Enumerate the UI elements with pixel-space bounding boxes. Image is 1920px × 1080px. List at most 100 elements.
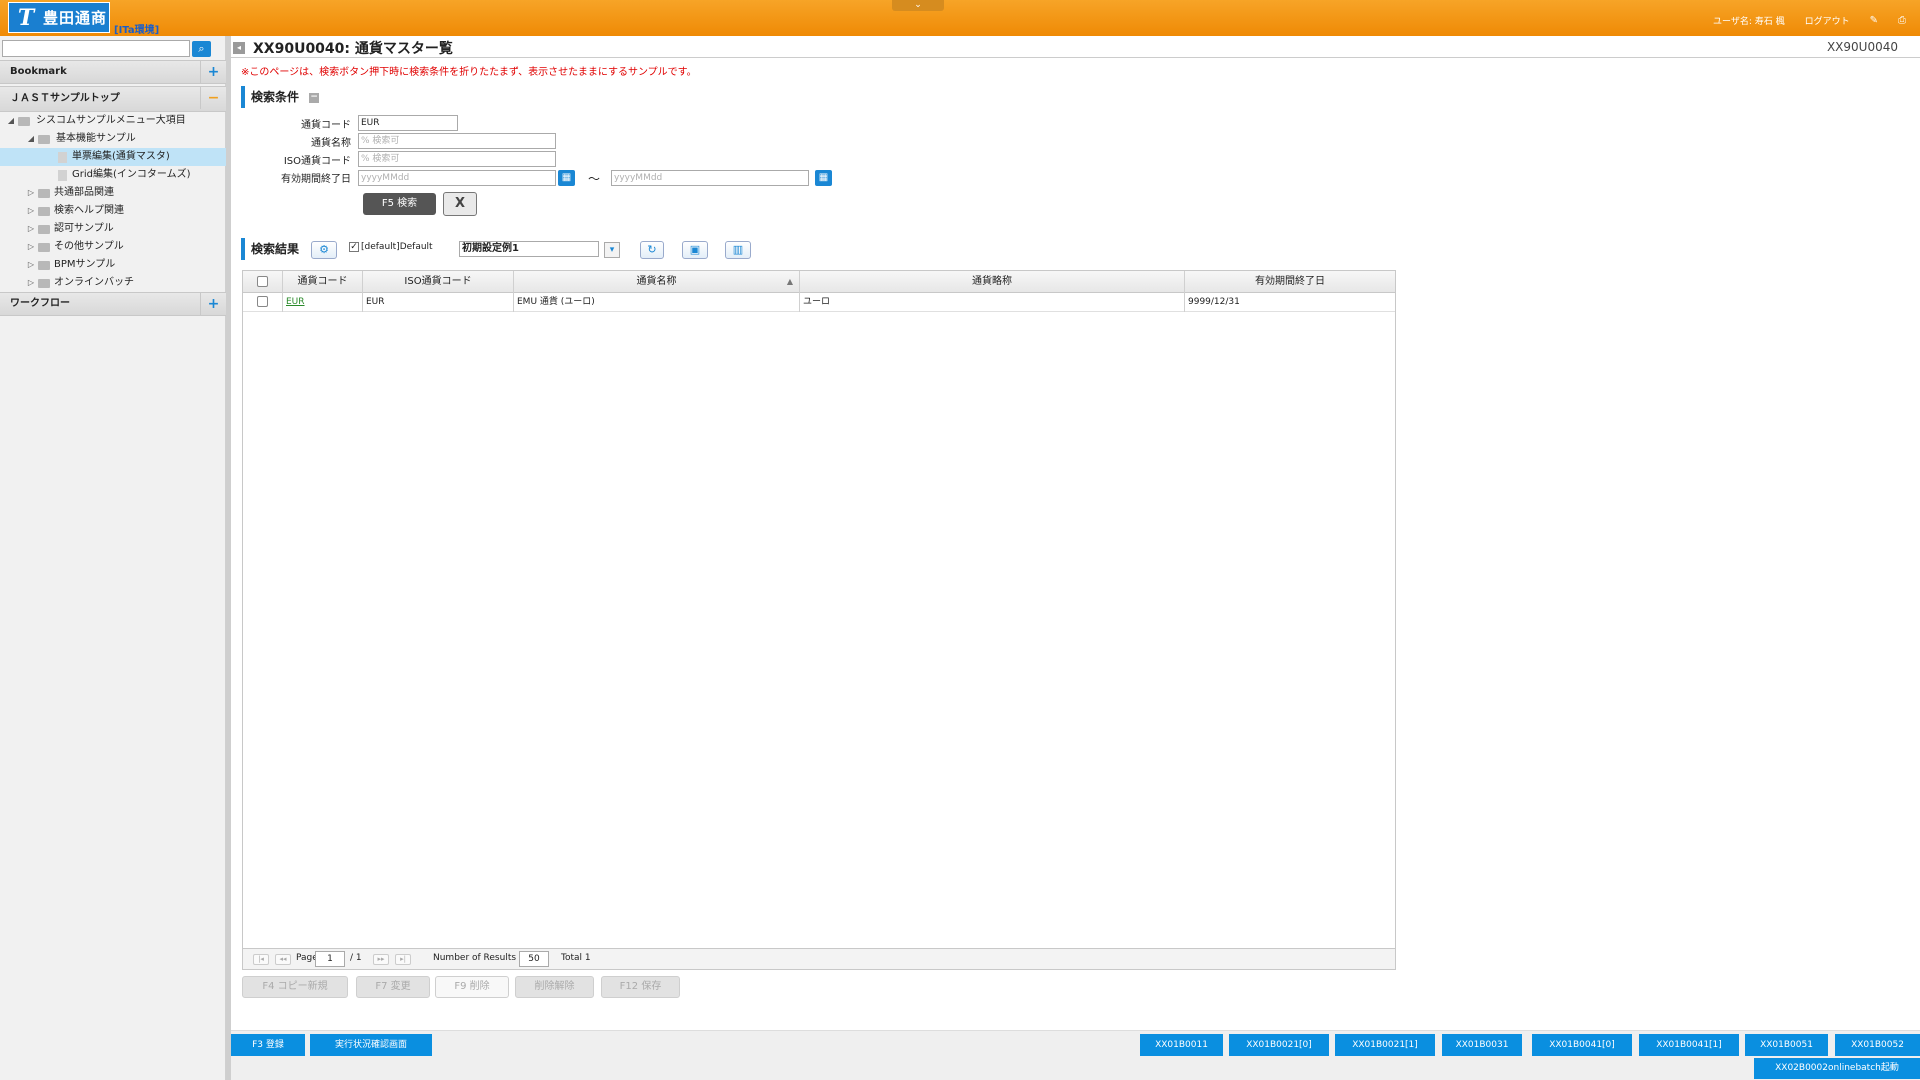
add-workflow-icon[interactable]: + xyxy=(200,293,226,315)
company-logo[interactable]: T 豊田通商 xyxy=(8,2,110,33)
tree-item-common[interactable]: ▷ 共通部品関連 xyxy=(0,184,226,202)
page-id: XX90U0040 xyxy=(1826,40,1898,54)
checkbox-checked[interactable]: ✓ xyxy=(349,242,359,252)
batch-button-xx01b0021-1[interactable]: XX01B0021[1] xyxy=(1335,1034,1435,1056)
tree-item-search-help[interactable]: ▷ 検索ヘルプ関連 xyxy=(0,202,226,220)
calendar-icon[interactable]: ▦ xyxy=(558,170,575,186)
collapse-section-icon[interactable]: − xyxy=(309,92,320,103)
folder-icon xyxy=(38,189,50,198)
excel-export-icon[interactable]: X xyxy=(443,192,477,216)
preset-select[interactable]: 初期設定例1 xyxy=(459,241,599,257)
expanded-arrow-icon[interactable]: ◢ xyxy=(6,112,16,130)
execution-status-button[interactable]: 実行状況確認画面 xyxy=(310,1034,432,1056)
sidebar: ⌕ Bookmark + ＪＡＳＴサンプルトップ − ◢ シスコムサンプルメニュ… xyxy=(0,36,226,1080)
table-row[interactable]: EUR EUR EMU 通貨 (ユーロ) ユーロ 9999/12/31 xyxy=(243,293,1395,312)
column-header-expiry[interactable]: 有効期間終了日 xyxy=(1185,271,1395,293)
column-header-code[interactable]: 通貨コード xyxy=(283,271,363,293)
search-section-title: 検索条件 xyxy=(251,90,300,104)
iso-code-input[interactable]: % 検索可 xyxy=(358,151,556,167)
save-preset-icon[interactable]: ▣ xyxy=(682,241,708,259)
search-button[interactable]: F5 検索 xyxy=(363,193,436,215)
column-header-short-name[interactable]: 通貨略称 xyxy=(800,271,1185,293)
result-section-title: 検索結果 xyxy=(251,242,300,256)
jast-top-label: ＪＡＳＴサンプルトップ xyxy=(10,93,120,104)
chevron-down-icon[interactable]: ▾ xyxy=(604,242,620,258)
tree-item-label: その他サンプル xyxy=(54,241,124,252)
select-all-checkbox[interactable] xyxy=(257,275,268,287)
change-button[interactable]: F7 変更 xyxy=(356,976,430,998)
default-checkbox[interactable]: ✓ [default]Default xyxy=(349,242,433,252)
undelete-button[interactable]: 削除解除 xyxy=(515,976,594,998)
search-section-header: 検索条件 − xyxy=(241,86,320,108)
batch-button-xx01b0052[interactable]: XX01B0052 xyxy=(1835,1034,1920,1056)
settings-gear-icon[interactable]: ⚙ xyxy=(311,241,337,259)
search-icon[interactable]: ⌕ xyxy=(192,41,211,57)
page-input[interactable]: 1 xyxy=(315,951,345,967)
column-header-label: 通貨名称 xyxy=(636,276,677,287)
collapsed-arrow-icon[interactable]: ▷ xyxy=(26,202,36,220)
batch-button-xx01b0021-0[interactable]: XX01B0021[0] xyxy=(1229,1034,1329,1056)
results-per-page-input[interactable]: 50 xyxy=(519,951,549,967)
tree-item-basic[interactable]: ◢ 基本機能サンプル xyxy=(0,130,226,148)
tree-item-grid-edit[interactable]: Grid編集(インコタームズ) xyxy=(0,166,226,184)
currency-code-link[interactable]: EUR xyxy=(286,297,305,307)
last-page-icon[interactable]: ▸| xyxy=(395,954,411,965)
copy-new-button[interactable]: F4 コピー新規 xyxy=(242,976,348,998)
tree-item-currency-master[interactable]: 単票編集(通貨マスタ) xyxy=(0,148,226,166)
refresh-icon[interactable]: ↻ xyxy=(640,241,664,259)
tree-item-bpm[interactable]: ▷ BPMサンプル xyxy=(0,256,226,274)
add-bookmark-icon[interactable]: + xyxy=(200,61,226,83)
column-header-iso[interactable]: ISO通貨コード xyxy=(363,271,514,293)
document-icon xyxy=(58,152,67,163)
save-button[interactable]: F12 保存 xyxy=(601,976,680,998)
logout-link[interactable]: ログアウト xyxy=(1805,14,1850,27)
expiry-from-input[interactable]: yyyyMMdd xyxy=(358,170,556,186)
sidebar-search-input[interactable] xyxy=(2,40,190,57)
first-page-icon[interactable]: |◂ xyxy=(253,954,269,965)
online-batch-start-button[interactable]: XX02B0002onlinebatch起動 xyxy=(1754,1058,1920,1079)
register-button[interactable]: F3 登録 xyxy=(231,1034,305,1056)
collapsed-arrow-icon[interactable]: ▷ xyxy=(26,184,36,202)
workflow-section[interactable]: ワークフロー + xyxy=(0,292,226,316)
collapse-sidebar-icon[interactable]: ◂ xyxy=(233,42,245,54)
header-collapse-toggle[interactable]: ⌄ xyxy=(892,0,944,11)
tree-item-label: 単票編集(通貨マスタ) xyxy=(72,151,170,162)
bookmark-section[interactable]: Bookmark + xyxy=(0,60,226,84)
row-checkbox[interactable] xyxy=(257,296,268,307)
batch-button-xx01b0031[interactable]: XX01B0031 xyxy=(1442,1034,1522,1056)
folder-icon xyxy=(38,279,50,288)
collapsed-arrow-icon[interactable]: ▷ xyxy=(26,220,36,238)
grid-header: 通貨コード ISO通貨コード 通貨名称 ▲ 通貨略称 有効期間終了日 xyxy=(243,271,1395,293)
batch-button-xx01b0011[interactable]: XX01B0011 xyxy=(1140,1034,1223,1056)
default-label: [default]Default xyxy=(361,242,433,252)
collapsed-arrow-icon[interactable]: ▷ xyxy=(26,238,36,256)
folder-icon xyxy=(38,207,50,216)
tree-item-root[interactable]: ◢ シスコムサンプルメニュー大項目 xyxy=(0,112,226,130)
currency-name-input[interactable]: % 検索可 xyxy=(358,133,556,149)
print-icon[interactable]: ⎙ xyxy=(1898,15,1906,26)
expiry-to-input[interactable]: yyyyMMdd xyxy=(611,170,809,186)
next-page-icon[interactable]: ▸▸ xyxy=(373,954,389,965)
collapsed-arrow-icon[interactable]: ▷ xyxy=(26,274,36,292)
grid-pager: |◂ ◂◂ Page 1 / 1 ▸▸ ▸| Number of Results… xyxy=(243,948,1395,969)
delete-button[interactable]: F9 削除 xyxy=(435,976,509,998)
iso-code-label: ISO通貨コード xyxy=(283,156,351,167)
batch-button-xx01b0051[interactable]: XX01B0051 xyxy=(1745,1034,1828,1056)
tree-item-auth[interactable]: ▷ 認可サンプル xyxy=(0,220,226,238)
prev-page-icon[interactable]: ◂◂ xyxy=(275,954,291,965)
batch-button-xx01b0041-0[interactable]: XX01B0041[0] xyxy=(1532,1034,1632,1056)
jast-top-section[interactable]: ＪＡＳＴサンプルトップ − xyxy=(0,86,226,112)
collapsed-arrow-icon[interactable]: ▷ xyxy=(26,256,36,274)
edit-icon[interactable]: ✎ xyxy=(1870,15,1878,26)
column-header-name[interactable]: 通貨名称 ▲ xyxy=(514,271,800,293)
tree-item-online-batch[interactable]: ▷ オンラインバッチ xyxy=(0,274,226,292)
currency-code-input[interactable]: EUR xyxy=(358,115,458,131)
collapse-menu-icon[interactable]: − xyxy=(200,87,226,109)
batch-button-xx01b0041-1[interactable]: XX01B0041[1] xyxy=(1639,1034,1739,1056)
tree-item-other[interactable]: ▷ その他サンプル xyxy=(0,238,226,256)
expanded-arrow-icon[interactable]: ◢ xyxy=(26,130,36,148)
currency-name-label: 通貨名称 xyxy=(311,138,351,149)
menu-tree: ◢ シスコムサンプルメニュー大項目 ◢ 基本機能サンプル 単票編集(通貨マスタ)… xyxy=(0,112,226,292)
trash-icon[interactable]: ▥ xyxy=(725,241,751,259)
calendar-icon[interactable]: ▦ xyxy=(815,170,832,186)
